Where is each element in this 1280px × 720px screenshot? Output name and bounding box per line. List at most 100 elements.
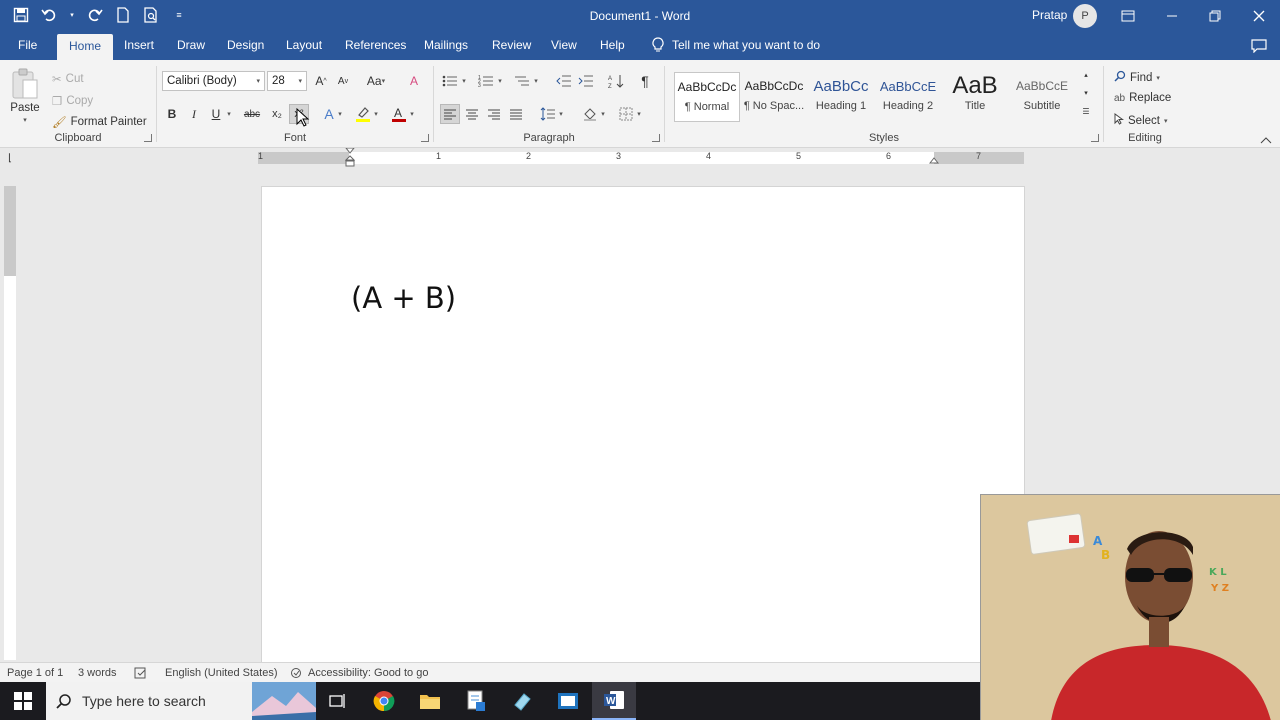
windows-start-icon[interactable] xyxy=(0,682,46,720)
language-indicator[interactable]: English (United States) xyxy=(165,667,278,679)
cut-button[interactable]: ✂ Cut xyxy=(52,72,84,86)
tab-design[interactable]: Design xyxy=(227,38,264,52)
highlight-color-icon[interactable] xyxy=(353,104,373,124)
task-view-icon[interactable] xyxy=(316,682,360,720)
justify-icon[interactable] xyxy=(506,104,526,124)
restore-icon[interactable] xyxy=(1205,6,1225,26)
svg-text:A: A xyxy=(608,76,612,82)
whiteboard-app-icon[interactable] xyxy=(546,682,590,720)
styles-scroll-down-icon[interactable]: ▾ xyxy=(1079,86,1093,100)
word-app-icon[interactable]: W xyxy=(592,682,636,720)
font-size-select[interactable]: 28 ▾ xyxy=(267,71,307,91)
change-case-button[interactable]: Aa ▾ xyxy=(361,71,391,91)
word-count[interactable]: 3 words xyxy=(78,667,117,679)
svg-text:3: 3 xyxy=(478,83,481,88)
eraser-app-icon[interactable] xyxy=(500,682,544,720)
minimize-icon[interactable] xyxy=(1162,6,1182,26)
styles-launcher-icon[interactable] xyxy=(1091,134,1099,142)
italic-button[interactable]: I xyxy=(184,104,204,124)
tell-me-search[interactable]: Tell me what you want to do xyxy=(652,37,820,53)
align-right-icon[interactable] xyxy=(484,104,504,124)
styles-scroll-up-icon[interactable]: ▴ xyxy=(1079,68,1093,82)
tab-references[interactable]: References xyxy=(345,38,406,52)
paste-button[interactable]: Paste ▾ xyxy=(10,68,40,124)
ribbon-display-options-icon[interactable] xyxy=(1118,6,1138,26)
proofing-icon[interactable] xyxy=(134,667,148,679)
comments-icon[interactable] xyxy=(1249,36,1269,56)
taskbar-search-input[interactable]: Type here to search xyxy=(46,682,316,720)
grow-font-icon[interactable]: A ^ xyxy=(311,71,331,91)
bold-button[interactable]: B xyxy=(162,104,182,124)
align-center-icon[interactable] xyxy=(462,104,482,124)
font-launcher-icon[interactable] xyxy=(421,134,429,142)
accessibility-checker[interactable]: Accessibility: Good to go xyxy=(290,667,428,679)
subscript-button[interactable]: x₂ xyxy=(267,104,287,124)
tab-layout[interactable]: Layout xyxy=(286,38,322,52)
sort-icon[interactable]: AZ xyxy=(606,71,626,91)
user-name[interactable]: Pratap xyxy=(1032,8,1067,22)
clear-formatting-icon[interactable]: A xyxy=(404,71,424,91)
document-page[interactable]: (A + B) xyxy=(261,186,1025,666)
bullets-dropdown-icon[interactable]: ▾ xyxy=(459,71,469,91)
tab-file[interactable]: File xyxy=(18,38,37,52)
file-explorer-icon[interactable] xyxy=(408,682,452,720)
avatar[interactable]: P xyxy=(1073,4,1097,28)
close-icon[interactable] xyxy=(1249,6,1269,26)
strikethrough-button[interactable]: abc xyxy=(239,104,265,124)
shading-dropdown-icon[interactable]: ▾ xyxy=(598,104,608,124)
style-heading-1[interactable]: AaBbCc Heading 1 xyxy=(808,72,874,122)
tab-view[interactable]: View xyxy=(551,38,577,52)
collapse-ribbon-icon[interactable] xyxy=(1256,130,1276,150)
vertical-ruler[interactable] xyxy=(4,186,16,660)
page-count[interactable]: Page 1 of 1 xyxy=(7,667,63,679)
show-formatting-marks-button[interactable]: ¶ xyxy=(635,71,655,91)
horizontal-ruler[interactable]: 1 1 2 3 4 5 6 7 xyxy=(258,148,1024,167)
borders-icon[interactable] xyxy=(616,104,636,124)
find-button[interactable]: Find ▾ xyxy=(1114,70,1160,85)
font-family-select[interactable]: Calibri (Body) ▾ xyxy=(162,71,265,91)
style-normal[interactable]: AaBbCcDc ¶ Normal xyxy=(674,72,740,122)
line-spacing-icon[interactable] xyxy=(538,104,558,124)
increase-indent-icon[interactable] xyxy=(576,71,596,91)
style-no-spacing[interactable]: AaBbCcDc ¶ No Spac... xyxy=(741,72,807,122)
indent-marker-icon[interactable] xyxy=(345,148,355,168)
align-left-icon[interactable] xyxy=(440,104,460,124)
format-painter-button[interactable]: 🖌 Format Painter xyxy=(52,115,147,129)
numbering-dropdown-icon[interactable]: ▾ xyxy=(495,71,505,91)
replace-button[interactable]: ab Replace xyxy=(1114,92,1171,104)
copy-button[interactable]: ❐ Copy xyxy=(52,94,93,108)
tab-mailings[interactable]: Mailings xyxy=(424,38,468,52)
select-button[interactable]: Select ▾ xyxy=(1114,113,1167,128)
bullets-icon[interactable] xyxy=(440,71,460,91)
right-indent-marker-icon[interactable] xyxy=(929,154,939,164)
tab-help[interactable]: Help xyxy=(600,38,625,52)
font-color-dropdown-icon[interactable]: ▾ xyxy=(407,104,417,124)
underline-dropdown-icon[interactable]: ▾ xyxy=(224,104,234,124)
decrease-indent-icon[interactable] xyxy=(554,71,574,91)
tab-insert[interactable]: Insert xyxy=(124,38,154,52)
font-color-icon[interactable]: A xyxy=(389,104,409,124)
borders-dropdown-icon[interactable]: ▾ xyxy=(634,104,644,124)
styles-more-icon[interactable]: ☰ xyxy=(1079,104,1093,118)
highlight-dropdown-icon[interactable]: ▾ xyxy=(371,104,381,124)
notepad-app-icon[interactable] xyxy=(454,682,498,720)
underline-button[interactable]: U xyxy=(206,104,226,124)
document-text[interactable]: (A + B) xyxy=(351,281,456,315)
shading-icon[interactable] xyxy=(580,104,600,124)
clipboard-launcher-icon[interactable] xyxy=(144,134,152,142)
tab-review[interactable]: Review xyxy=(492,38,531,52)
numbering-icon[interactable]: 123 xyxy=(476,71,496,91)
line-spacing-dropdown-icon[interactable]: ▾ xyxy=(556,104,566,124)
text-effects-dropdown-icon[interactable]: ▾ xyxy=(335,104,345,124)
style-heading-2[interactable]: AaBbCcE Heading 2 xyxy=(875,72,941,122)
tab-selector-icon[interactable]: ⌊ xyxy=(2,150,18,166)
multilevel-dropdown-icon[interactable]: ▾ xyxy=(531,71,541,91)
tab-draw[interactable]: Draw xyxy=(177,38,205,52)
multilevel-list-icon[interactable] xyxy=(512,71,532,91)
paragraph-launcher-icon[interactable] xyxy=(652,134,660,142)
shrink-font-icon[interactable]: Av xyxy=(333,71,353,91)
tab-home[interactable]: Home xyxy=(57,34,114,60)
chrome-icon[interactable] xyxy=(362,682,406,720)
style-title[interactable]: AaB Title xyxy=(942,72,1008,122)
style-subtitle[interactable]: AaBbCcE Subtitle xyxy=(1009,72,1075,122)
